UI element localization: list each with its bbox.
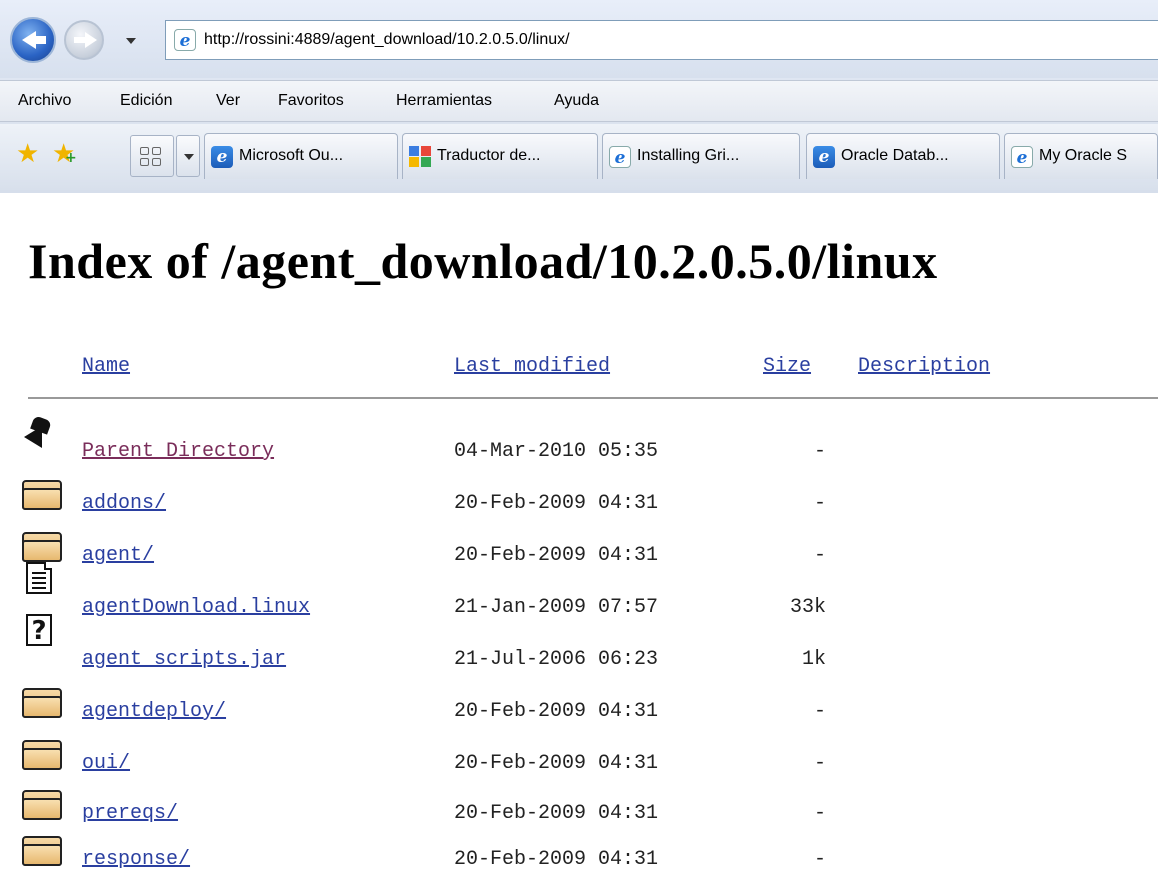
file-size: - xyxy=(813,752,826,775)
folder-icon xyxy=(22,834,64,868)
navigation-bar: e http://rossini:4889/agent_download/10.… xyxy=(0,0,1158,78)
tab-installing-grid[interactable]: e Installing Gri... xyxy=(602,133,800,179)
tab-label: Installing Gri... xyxy=(637,147,740,164)
menu-edicion[interactable]: Edición xyxy=(120,92,172,110)
file-size: 33k xyxy=(789,596,826,619)
folder-icon xyxy=(22,738,64,772)
file-size: - xyxy=(813,544,826,567)
table-row: agentdeploy/ 20-Feb-2009 04:31 - xyxy=(0,686,1158,738)
tab-label: Oracle Datab... xyxy=(841,147,949,164)
ie-icon: e xyxy=(211,146,233,168)
last-modified: 20-Feb-2009 04:31 xyxy=(454,492,659,515)
favorites-star-icon[interactable]: ★ xyxy=(16,140,39,166)
address-text[interactable]: http://rossini:4889/agent_download/10.2.… xyxy=(204,31,570,49)
parent-directory-icon xyxy=(22,414,62,448)
table-row: agentDownload.linux 21-Jan-2009 07:57 33… xyxy=(0,562,1158,634)
sort-by-description-link[interactable]: Description xyxy=(858,355,990,378)
file-link[interactable]: agent_scripts.jar xyxy=(82,648,286,671)
last-modified: 20-Feb-2009 04:31 xyxy=(454,802,659,825)
table-row: oui/ 20-Feb-2009 04:31 - xyxy=(0,738,1158,790)
page-title: Index of /agent_download/10.2.0.5.0/linu… xyxy=(28,233,938,289)
menu-bar: Archivo Edición Ver Favoritos Herramient… xyxy=(0,80,1158,122)
menu-ver[interactable]: Ver xyxy=(216,92,240,110)
unknown-file-icon: ? xyxy=(26,614,52,646)
last-modified: 04-Mar-2010 05:35 xyxy=(454,440,659,463)
menu-herramientas[interactable]: Herramientas xyxy=(396,92,492,110)
header-divider xyxy=(28,397,1158,399)
ie-icon: e xyxy=(609,146,631,168)
table-row: prereqs/ 20-Feb-2009 04:31 - xyxy=(0,788,1158,840)
folder-icon xyxy=(22,478,64,512)
file-size: - xyxy=(813,492,826,515)
tab-traductor[interactable]: Traductor de... xyxy=(402,133,598,179)
file-size: - xyxy=(813,802,826,825)
file-link[interactable]: Parent Directory xyxy=(82,440,274,463)
last-modified: 20-Feb-2009 04:31 xyxy=(454,848,659,871)
folder-icon xyxy=(22,788,64,822)
folder-icon xyxy=(22,686,64,720)
last-modified: 20-Feb-2009 04:31 xyxy=(454,544,659,567)
file-link[interactable]: agentDownload.linux xyxy=(82,596,310,619)
tab-label: Traductor de... xyxy=(437,147,541,164)
file-link[interactable]: agent/ xyxy=(82,544,154,567)
add-favorite-icon[interactable]: ★ + xyxy=(52,140,77,166)
last-modified: 20-Feb-2009 04:31 xyxy=(454,700,659,723)
file-size: - xyxy=(813,440,826,463)
file-link[interactable]: prereqs/ xyxy=(82,802,178,825)
file-size: - xyxy=(813,700,826,723)
back-button[interactable] xyxy=(10,17,56,63)
file-link[interactable]: oui/ xyxy=(82,752,130,775)
last-modified: 20-Feb-2009 04:31 xyxy=(454,752,659,775)
tab-oracle-database[interactable]: e Oracle Datab... xyxy=(806,133,1000,179)
tab-microsoft-outlook[interactable]: e Microsoft Ou... xyxy=(204,133,398,179)
menu-ayuda[interactable]: Ayuda xyxy=(554,92,599,110)
table-row: ? agent_scripts.jar 21-Jul-2006 06:23 1k xyxy=(0,614,1158,686)
sort-by-last-modified-link[interactable]: Last modified xyxy=(454,355,610,378)
tab-label: Microsoft Ou... xyxy=(239,147,344,164)
sort-by-name-link[interactable]: Name xyxy=(82,355,130,378)
tab-my-oracle-support[interactable]: e My Oracle S xyxy=(1004,133,1158,179)
last-modified: 21-Jan-2009 07:57 xyxy=(454,596,659,619)
ie-icon: e xyxy=(1011,146,1033,168)
browser-chrome: e http://rossini:4889/agent_download/10.… xyxy=(0,0,1158,193)
folder-icon xyxy=(22,530,64,564)
file-link[interactable]: response/ xyxy=(82,848,190,871)
menu-favoritos[interactable]: Favoritos xyxy=(278,92,344,110)
file-size: - xyxy=(813,848,826,871)
tab-list-dropdown[interactable] xyxy=(176,135,200,177)
ie-icon: e xyxy=(813,146,835,168)
address-bar[interactable]: e http://rossini:4889/agent_download/10.… xyxy=(165,20,1158,60)
last-modified: 21-Jul-2006 06:23 xyxy=(454,648,659,671)
ie-page-icon: e xyxy=(174,29,196,51)
file-size: 1k xyxy=(801,648,826,671)
menu-archivo[interactable]: Archivo xyxy=(18,92,71,110)
favorites-tab-bar: ★ ★ + e Microsoft Ou... Traductor de... e… xyxy=(0,124,1158,190)
table-row: Parent Directory 04-Mar-2010 05:35 - xyxy=(0,415,1158,478)
table-row: addons/ 20-Feb-2009 04:31 - xyxy=(0,478,1158,530)
sort-by-size-link[interactable]: Size xyxy=(763,355,811,378)
tab-label: My Oracle S xyxy=(1039,147,1128,164)
text-file-icon xyxy=(26,562,52,594)
recent-pages-dropdown[interactable] xyxy=(126,38,136,44)
file-link[interactable]: agentdeploy/ xyxy=(82,700,226,723)
forward-button[interactable] xyxy=(64,20,104,60)
file-link[interactable]: addons/ xyxy=(82,492,166,515)
google-translate-icon xyxy=(409,146,433,168)
quick-tabs-button[interactable] xyxy=(130,135,174,177)
grid-icon xyxy=(140,147,162,167)
table-row: agent/ 20-Feb-2009 04:31 - xyxy=(0,530,1158,582)
forward-arrow-icon xyxy=(85,32,97,48)
table-row: response/ 20-Feb-2009 04:31 - xyxy=(0,834,1158,883)
